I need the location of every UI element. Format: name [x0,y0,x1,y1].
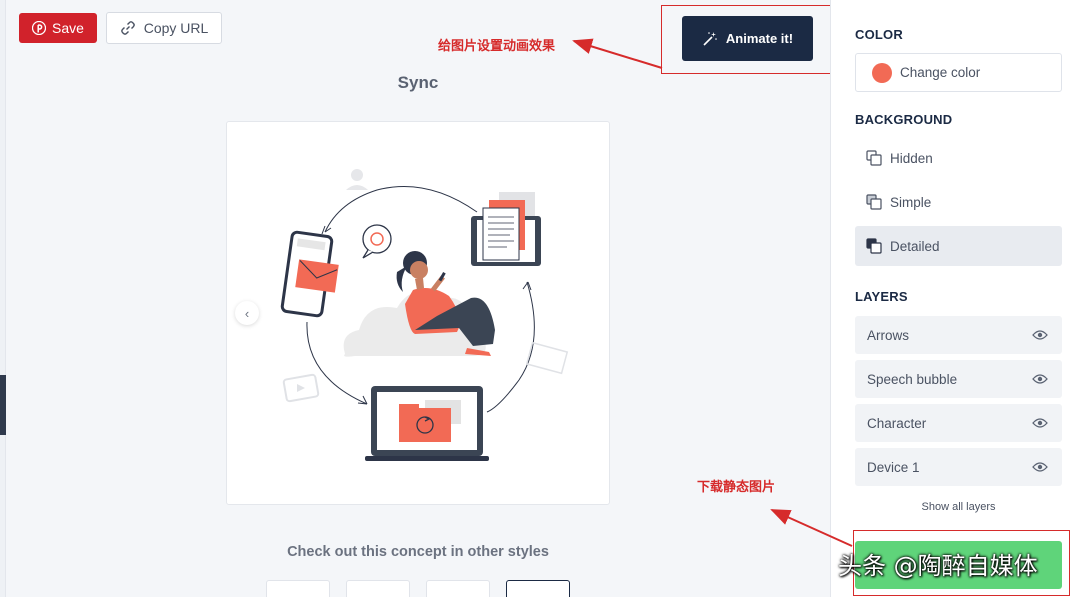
background-detailed-icon [866,238,882,254]
laptop-device [365,386,489,461]
style-thumbnail[interactable] [346,580,410,597]
change-color-label: Change color [900,65,981,80]
layer-label: Speech bubble [867,371,958,387]
background-option-label: Detailed [890,238,940,254]
pinterest-icon [32,21,47,35]
background-option-simple[interactable]: Simple [855,182,1062,222]
background-option-label: Simple [890,194,932,210]
tablet-device [471,192,541,266]
link-icon [120,21,135,35]
settings-panel: COLOR Change color BACKGROUND Hidden Sim… [830,0,1082,597]
magic-wand-icon [703,31,717,46]
sync-illustration [280,169,569,461]
layers-heading: LAYERS [855,289,908,304]
background-simple-icon [866,194,882,210]
layer-label: Device 1 [867,459,920,475]
style-thumbnail[interactable] [426,580,490,597]
save-button[interactable]: Save [19,13,97,43]
phone-device [280,230,339,318]
eye-icon[interactable] [1032,373,1048,385]
copy-url-label: Copy URL [143,20,209,36]
background-option-label: Hidden [890,150,933,166]
animate-label: Animate it! [725,31,794,46]
save-label: Save [52,20,84,36]
eye-icon[interactable] [1032,461,1048,473]
illustration-title: Sync [397,73,439,92]
background-heading: BACKGROUND [855,112,953,127]
eye-icon[interactable] [1032,417,1048,429]
layer-item-arrows[interactable]: Arrows [855,316,1062,354]
background-hidden-icon [866,150,882,166]
chevron-left-icon: ‹ [244,305,250,321]
watermark: 头条 @陶醉自媒体 [838,552,1038,580]
style-thumbnail[interactable] [266,580,330,597]
color-heading: COLOR [855,27,903,42]
background-option-hidden[interactable]: Hidden [855,138,1062,178]
annotation-text-download: 下载静态图片 [697,480,776,495]
speech-bubble [362,224,392,259]
layer-item-character[interactable]: Character [855,404,1062,442]
main-area: Save Copy URL Animate it! 给图片设置动画效果 Sync [6,0,834,597]
layer-label: Character [867,415,927,431]
background-option-detailed[interactable]: Detailed [855,226,1062,266]
layer-item-device-1[interactable]: Device 1 [855,448,1062,486]
copy-url-button[interactable]: Copy URL [106,12,222,44]
style-thumbnail-selected[interactable] [506,580,570,597]
illustration-card [226,121,610,505]
show-all-layers-link[interactable]: Show all layers [855,501,1062,513]
color-swatch [872,62,892,83]
change-color-button[interactable]: Change color [855,53,1062,92]
animate-button[interactable]: Animate it! [682,16,813,61]
layer-label: Arrows [867,327,910,343]
previous-arrow-button[interactable]: ‹ [235,301,259,325]
layer-item-speech-bubble[interactable]: Speech bubble [855,360,1062,398]
concept-styles-heading: Check out this concept in other styles [287,544,549,560]
eye-icon[interactable] [1032,329,1048,341]
annotation-text-animate: 给图片设置动画效果 [438,39,556,54]
